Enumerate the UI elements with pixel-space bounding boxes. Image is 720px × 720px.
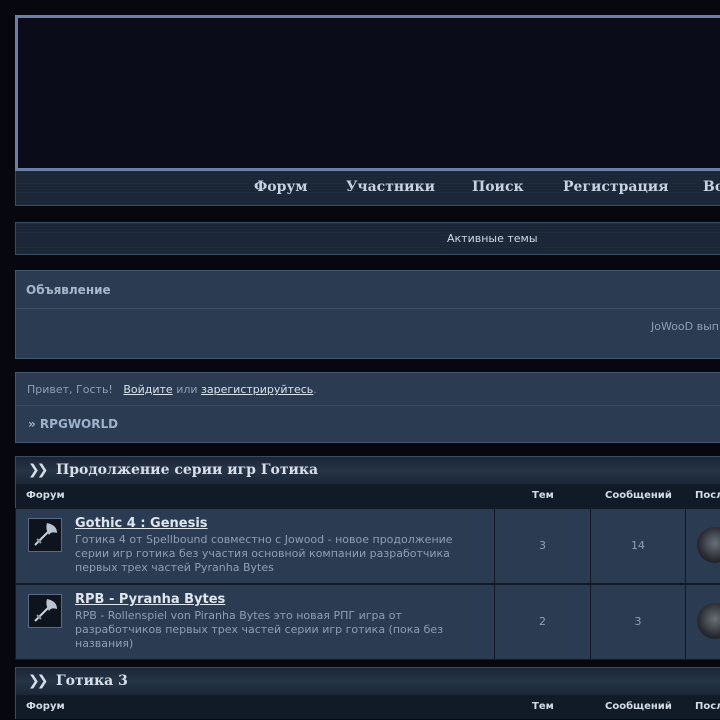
posts-count: 14 (631, 539, 645, 552)
posts-count: 3 (634, 615, 642, 628)
column-header-row: Форум Тем Сообщений Посл (15, 695, 720, 719)
col-topics: Тем (532, 701, 554, 712)
double-chevron-right-icon: ❯❯ (28, 462, 49, 478)
col-topics: Тем (532, 490, 554, 501)
announcement-title: Объявление (16, 271, 720, 309)
or-text: или (176, 383, 198, 396)
active-topics-bar: Активные темы (15, 222, 720, 255)
avatar-icon[interactable] (697, 527, 720, 563)
register-link[interactable]: зарегистрируйтесь (201, 383, 313, 396)
category-title[interactable]: Готика 3 (56, 673, 128, 689)
nav-register[interactable]: Регистрация (563, 179, 669, 195)
header-banner (15, 15, 720, 171)
period-text: . (313, 383, 317, 396)
nav-forum[interactable]: Форум (254, 179, 308, 195)
forum-description: RPB - Rollenspiel von Piranha Bytes это … (75, 609, 444, 650)
forum-topics-cell: 2 (495, 585, 591, 659)
category-header[interactable]: ❯❯ Продолжение серии игр Готика (15, 456, 720, 485)
forum-main-cell: Gothic 4 : Genesis Готика 4 от Spellboun… (16, 509, 495, 583)
forum-title[interactable]: Gothic 4 : Genesis (75, 516, 208, 531)
forum-main-cell: RPB - Pyranha Bytes RPB - Rollenspiel vo… (16, 585, 495, 659)
announcement-text: JoWooD вып (651, 320, 719, 333)
category-header[interactable]: ❯❯ Готика 3 (15, 667, 720, 696)
avatar-icon[interactable] (697, 603, 720, 639)
breadcrumb[interactable]: » RPGWORLD (16, 406, 720, 442)
col-last: Посл (695, 701, 720, 712)
category-title[interactable]: Продолжение серии игр Готика (56, 462, 318, 478)
topics-count: 2 (539, 615, 546, 628)
nav-members[interactable]: Участники (346, 179, 435, 195)
col-forum: Форум (26, 701, 65, 712)
col-last: Посл (695, 490, 720, 501)
forum-description: Готика 4 от Spellbound совместно с Jowoo… (75, 533, 453, 574)
guest-greeting: Привет, Гость! (27, 383, 113, 396)
last-post-cell (686, 585, 720, 659)
col-forum: Форум (26, 490, 65, 501)
forum-posts-cell: 3 (591, 585, 686, 659)
double-chevron-right-icon: ❯❯ (28, 673, 49, 689)
forum-row: RPB - Pyranha Bytes RPB - Rollenspiel vo… (15, 584, 720, 660)
nav-login[interactable]: Во (703, 179, 720, 195)
last-post-cell (686, 509, 720, 583)
login-link[interactable]: Войдите (123, 383, 172, 396)
guest-greeting-row: Привет, Гость! Войдите или зарегистрируй… (16, 373, 720, 406)
main-nav: Форум Участники Поиск Регистрация Во (15, 171, 720, 206)
announcement-panel: Объявление JoWooD вып (15, 270, 720, 359)
guest-panel: Привет, Гость! Войдите или зарегистрируй… (15, 372, 720, 443)
col-posts: Сообщений (605, 701, 672, 712)
topics-count: 3 (539, 539, 546, 552)
forum-title[interactable]: RPB - Pyranha Bytes (75, 592, 225, 607)
forum-row: Gothic 4 : Genesis Готика 4 от Spellboun… (15, 508, 720, 584)
nav-search[interactable]: Поиск (472, 179, 524, 195)
col-posts: Сообщений (605, 490, 672, 501)
axe-icon (28, 594, 62, 628)
column-header-row: Форум Тем Сообщений Посл (15, 484, 720, 508)
active-topics-link[interactable]: Активные темы (447, 232, 538, 245)
axe-icon (28, 518, 62, 552)
forum-posts-cell: 14 (591, 509, 686, 583)
forum-topics-cell: 3 (495, 509, 591, 583)
